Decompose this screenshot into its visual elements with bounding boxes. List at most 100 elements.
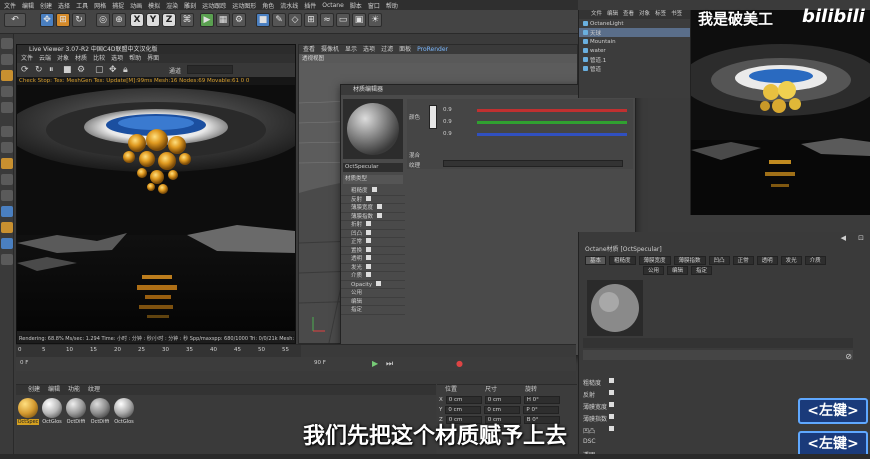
axis-mode-icon[interactable]	[1, 126, 13, 137]
points-mode-icon[interactable]	[1, 70, 13, 81]
mm-menu-item[interactable]: 功能	[68, 385, 80, 395]
menu-item[interactable]: 运动图形	[232, 1, 256, 10]
next-frame-icon[interactable]: ⏭	[386, 359, 393, 369]
floor-icon[interactable]: ▭	[336, 13, 350, 27]
g-value[interactable]: 0.9	[443, 119, 452, 125]
select-icon[interactable]: ⊕	[112, 13, 126, 27]
om-menu-item[interactable]: 编辑	[607, 10, 618, 19]
x-axis-button[interactable]: X	[130, 13, 144, 27]
scale-icon[interactable]: ⊞	[56, 13, 70, 27]
material-ball[interactable]	[42, 398, 62, 418]
channel-item[interactable]: Opacity	[341, 280, 405, 289]
channel-item[interactable]: 置换	[341, 246, 405, 255]
tweak-icon[interactable]	[1, 142, 13, 153]
vp-menu-item[interactable]: 面板	[399, 45, 411, 54]
paint-icon[interactable]	[1, 254, 13, 265]
edges-mode-icon[interactable]	[1, 86, 13, 97]
lv-menu-item[interactable]: 帮助	[129, 54, 141, 63]
menu-item[interactable]: 网格	[94, 1, 106, 10]
grid-icon[interactable]	[1, 238, 13, 249]
menu-item[interactable]: 角色	[262, 1, 274, 10]
r-slider[interactable]	[477, 109, 627, 112]
attribute-tab[interactable]: 指定	[691, 266, 713, 275]
live-select-icon[interactable]: ◎	[96, 13, 110, 27]
menu-item[interactable]: 工具	[76, 1, 88, 10]
material-name-field[interactable]: OctSpecular	[343, 163, 403, 172]
magnet-icon[interactable]	[1, 222, 13, 233]
channel-item[interactable]: 编辑	[341, 298, 405, 306]
channel-item[interactable]: 粗糙度	[341, 187, 405, 196]
channel-item[interactable]: 薄膜指数	[341, 212, 405, 221]
om-menu-item[interactable]: 标签	[655, 10, 666, 19]
start-frame-field[interactable]: 0 F	[20, 360, 28, 366]
position-field[interactable]: 0 cm	[445, 396, 482, 404]
menu-item[interactable]: 雕刻	[184, 1, 196, 10]
channel-item[interactable]: 发光	[341, 263, 405, 272]
solo-icon[interactable]	[1, 206, 13, 217]
menu-item[interactable]: 脚本	[350, 1, 362, 10]
menu-item[interactable]: 捕捉	[112, 1, 124, 10]
object-item[interactable]: 天球	[579, 28, 690, 37]
record-icon[interactable]: ●	[456, 359, 463, 368]
coordinate-system-icon[interactable]: ⌘	[180, 13, 194, 27]
lv-menu-item[interactable]: 文件	[21, 54, 33, 63]
mm-menu-item[interactable]: 纹理	[88, 385, 100, 395]
array-icon[interactable]: ⊞	[304, 13, 318, 27]
channel-item[interactable]: 正常	[341, 238, 405, 247]
attribute-tab[interactable]: 凹凸	[708, 256, 730, 265]
pen-icon[interactable]: ✎	[272, 13, 286, 27]
prorender-menu[interactable]: ProRender	[417, 45, 448, 54]
render-region-icon[interactable]: ▦	[216, 13, 230, 27]
g-slider[interactable]	[477, 121, 627, 124]
render-settings-icon[interactable]: ⚙	[232, 13, 246, 27]
polygons-mode-icon[interactable]	[1, 102, 13, 113]
channel-item[interactable]: 透明	[341, 255, 405, 264]
menu-item[interactable]: 帮助	[386, 1, 398, 10]
stop-icon[interactable]: ■	[63, 65, 72, 75]
om-menu-item[interactable]: 书签	[671, 10, 682, 19]
undo-icon[interactable]: ↶	[4, 13, 26, 27]
subdivision-icon[interactable]: ◇	[288, 13, 302, 27]
end-frame-field[interactable]: 90 F	[314, 360, 326, 366]
region-icon[interactable]: ▢	[95, 65, 104, 75]
light-icon[interactable]: ☀	[368, 13, 382, 27]
mm-menu-item[interactable]: 创建	[28, 385, 40, 395]
menu-item[interactable]: 编辑	[22, 1, 34, 10]
settings-icon[interactable]: ⚙	[77, 65, 85, 75]
lv-menu-item[interactable]: 比较	[93, 54, 105, 63]
attribute-tab[interactable]: 粗糙度	[609, 256, 636, 265]
attribute-tab[interactable]: 透明	[756, 256, 778, 265]
workplane-icon[interactable]	[1, 174, 13, 185]
rotation-field[interactable]: H 0°	[523, 396, 560, 404]
camera-icon[interactable]: ▣	[352, 13, 366, 27]
lv-menu-item[interactable]: 选项	[111, 54, 123, 63]
vp-menu-item[interactable]: 显示	[345, 45, 357, 54]
mm-menu-item[interactable]: 编辑	[48, 385, 60, 395]
lock-icon[interactable]: ⊡	[858, 234, 864, 242]
om-menu-item[interactable]: 文件	[591, 10, 602, 19]
lv-menu-item[interactable]: 材质	[75, 54, 87, 63]
lock-icon[interactable]: 🔒︎	[123, 65, 128, 75]
material-ball[interactable]	[18, 398, 38, 418]
checkbox[interactable]	[609, 378, 614, 383]
menu-item[interactable]: 流水线	[280, 1, 298, 10]
texture-field[interactable]	[443, 160, 623, 167]
menu-item[interactable]: 动画	[130, 1, 142, 10]
attribute-tab[interactable]: 正常	[732, 256, 754, 265]
render-image[interactable]	[17, 85, 295, 331]
checkbox[interactable]	[609, 402, 614, 407]
restart-icon[interactable]: ↻	[35, 65, 43, 75]
channel-item[interactable]: 折射	[341, 221, 405, 230]
attribute-tab[interactable]: 发光	[780, 256, 802, 265]
menu-item[interactable]: 模拟	[148, 1, 160, 10]
color-swatch[interactable]	[429, 105, 437, 129]
menu-item[interactable]: 渲染	[166, 1, 178, 10]
deformer-icon[interactable]: ≈	[320, 13, 334, 27]
vp-menu-item[interactable]: 过滤	[381, 45, 393, 54]
attribute-tab[interactable]: 编辑	[667, 266, 689, 275]
attribute-name-row[interactable]	[583, 350, 853, 360]
channel-item[interactable]: 公用	[341, 289, 405, 298]
object-item[interactable]: 管道	[579, 64, 690, 73]
render-view-icon[interactable]: ▶	[200, 13, 214, 27]
texture-mode-icon[interactable]	[1, 54, 13, 65]
